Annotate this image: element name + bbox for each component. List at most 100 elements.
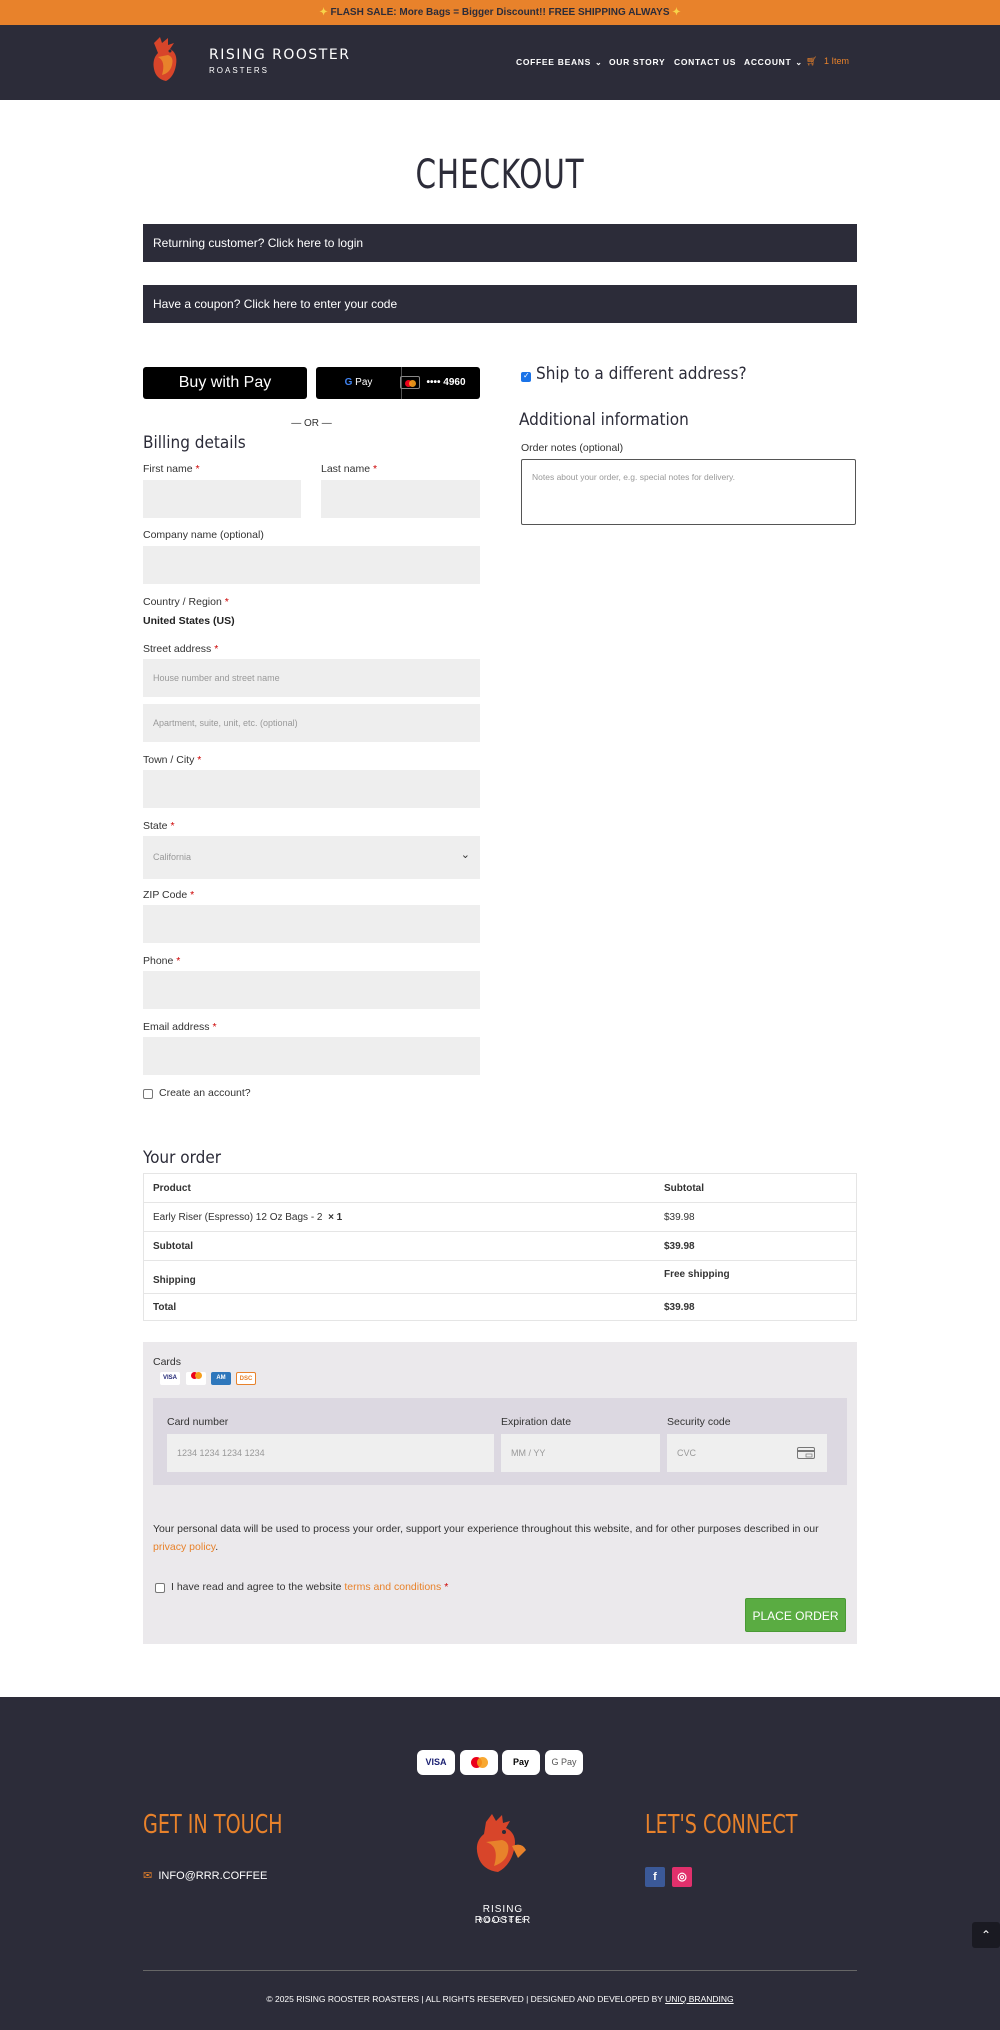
card-number-label: Card number xyxy=(167,1416,229,1428)
card-number-field[interactable]: 1234 1234 1234 1234 xyxy=(167,1434,494,1472)
ship-different-label[interactable]: Ship to a different address? xyxy=(536,364,747,384)
city-field[interactable] xyxy=(143,770,480,808)
nav-our-story[interactable]: OUR STORY xyxy=(609,57,665,67)
apple-pay-label: Buy with Pay xyxy=(178,374,272,391)
company-field[interactable] xyxy=(143,546,480,584)
privacy-policy-link[interactable]: privacy policy xyxy=(153,1541,215,1553)
last-name-field[interactable] xyxy=(321,480,480,518)
company-label: Company name (optional) xyxy=(143,529,264,541)
flash-sale-text: FLASH SALE: More Bags = Bigger Discount!… xyxy=(330,7,670,18)
instagram-icon[interactable]: ◎ xyxy=(672,1867,692,1887)
create-account-checkbox[interactable] xyxy=(143,1089,153,1099)
visa-icon: VISA xyxy=(160,1372,180,1385)
coupon-notice[interactable]: Have a coupon? Click here to enter your … xyxy=(143,285,857,323)
nav-coffee-beans[interactable]: COFFEE BEANS ⌄ xyxy=(516,57,602,67)
country-label: Country / Region * xyxy=(143,596,229,608)
apple-pay-badge: Pay xyxy=(502,1750,540,1775)
terms-checkbox[interactable] xyxy=(155,1583,165,1593)
state-label: State * xyxy=(143,820,175,832)
nav-label: ACCOUNT xyxy=(744,57,792,67)
cards-label[interactable]: Cards xyxy=(153,1356,181,1368)
first-name-label: First name * xyxy=(143,463,200,475)
order-table: Product Subtotal Early Riser (Espresso) … xyxy=(143,1173,857,1321)
required-marker: * xyxy=(197,754,202,766)
back-to-top-button[interactable]: ⌃ xyxy=(972,1922,1000,1948)
required-marker: * xyxy=(214,643,219,655)
email-label: Email address * xyxy=(143,1021,217,1033)
email-field[interactable] xyxy=(143,1037,480,1075)
zip-label: ZIP Code * xyxy=(143,889,194,901)
brand-subtitle: ROASTERS xyxy=(209,66,270,75)
flash-sale-banner: ✦ FLASH SALE: More Bags = Bigger Discoun… xyxy=(0,0,1000,25)
required-marker: * xyxy=(372,463,378,475)
ship-different-checkbox[interactable] xyxy=(521,371,531,382)
cart-icon: 🛒︎ xyxy=(806,56,818,66)
google-pay-card: •••• 4960 xyxy=(386,367,480,399)
amex-icon: AM xyxy=(211,1372,231,1385)
city-label: Town / City * xyxy=(143,754,201,766)
required-marker: * xyxy=(224,596,229,608)
google-pay-button[interactable]: G Pay •••• 4960 xyxy=(316,367,480,399)
footer-email[interactable]: ✉ INFO@RRR.COFFEE xyxy=(143,1869,267,1882)
developer-link[interactable]: UNIQ BRANDING xyxy=(665,1994,733,2004)
required-marker: * xyxy=(190,889,195,901)
cart-link[interactable]: 🛒︎ 1 Item xyxy=(806,56,849,67)
rooster-footer-logo-icon xyxy=(476,1814,526,1872)
item-name-cell: Early Riser (Espresso) 12 Oz Bags - 2 × … xyxy=(153,1212,342,1223)
expiration-label: Expiration date xyxy=(501,1416,572,1428)
apple-pay-button[interactable]: Buy with Pay xyxy=(143,367,307,399)
terms-text: I have read and agree to the website xyxy=(171,1581,345,1593)
footer-brand-subtitle: ROASTERS xyxy=(478,1918,528,1924)
privacy-text: Your personal data will be used to proce… xyxy=(153,1523,819,1535)
nav-label: CONTACT US xyxy=(674,57,737,67)
state-select[interactable]: California ⌄ xyxy=(143,836,480,879)
order-heading: Your order xyxy=(143,1148,222,1168)
additional-info-heading: Additional information xyxy=(519,410,689,430)
nav-account[interactable]: ACCOUNT ⌄ xyxy=(744,57,803,67)
place-order-button[interactable]: PLACE ORDER xyxy=(745,1598,846,1632)
item-qty: × 1 xyxy=(328,1212,343,1223)
placeholder: MM / YY xyxy=(511,1448,546,1458)
required-marker: * xyxy=(444,1581,449,1593)
table-header-row: Product Subtotal xyxy=(144,1174,856,1203)
or-divider: — OR — xyxy=(291,418,332,429)
billing-heading: Billing details xyxy=(143,433,246,453)
facebook-icon[interactable]: f xyxy=(645,1867,665,1887)
required-marker: * xyxy=(195,463,200,475)
label-text: First name xyxy=(143,463,193,475)
terms-link[interactable]: terms and conditions xyxy=(344,1581,441,1593)
item-name: Early Riser (Espresso) 12 Oz Bags - 2 xyxy=(153,1212,323,1223)
selected-state: California xyxy=(153,852,192,862)
street-address-1-field[interactable]: House number and street name xyxy=(143,659,480,697)
item-price: $39.98 xyxy=(664,1212,695,1223)
label-text: ZIP Code xyxy=(143,889,188,901)
nav-contact-us[interactable]: CONTACT US xyxy=(674,57,736,67)
zip-field[interactable] xyxy=(143,905,480,943)
nav-label: OUR STORY xyxy=(609,57,666,67)
brand-name[interactable]: RISING ROOSTER xyxy=(209,47,350,63)
col-subtotal: Subtotal xyxy=(664,1183,704,1194)
required-marker: * xyxy=(176,955,181,967)
col-product: Product xyxy=(153,1183,191,1194)
street-address-2-field[interactable]: Apartment, suite, unit, etc. (optional) xyxy=(143,704,480,742)
total-row: Total $39.98 xyxy=(144,1294,856,1321)
phone-field[interactable] xyxy=(143,971,480,1009)
subtotal-row: Subtotal $39.98 xyxy=(144,1232,856,1261)
login-notice[interactable]: Returning customer? Click here to login xyxy=(143,224,857,262)
visa-badge: VISA xyxy=(417,1750,455,1775)
label-text: Phone xyxy=(143,955,174,967)
first-name-field[interactable] xyxy=(143,480,301,518)
required-marker: * xyxy=(212,1021,217,1033)
rooster-logo-icon[interactable] xyxy=(148,35,184,87)
chevron-down-icon: ⌄ xyxy=(595,58,603,67)
order-notes-field[interactable]: Notes about your order, e.g. special not… xyxy=(521,459,856,525)
copyright-text: © 2025 RISING ROOSTER ROASTERS | ALL RIG… xyxy=(266,1994,666,2004)
placeholder: Apartment, suite, unit, etc. (optional) xyxy=(153,718,298,728)
table-row: Early Riser (Espresso) 12 Oz Bags - 2 × … xyxy=(144,1203,856,1232)
create-account-label: Create an account? xyxy=(159,1087,251,1099)
expiration-field[interactable]: MM / YY xyxy=(501,1434,660,1472)
mastercard-icon xyxy=(186,1372,206,1385)
discover-icon: DSC xyxy=(236,1372,256,1385)
cvc-field[interactable]: CVC xyxy=(667,1434,827,1472)
required-marker: * xyxy=(170,820,175,832)
